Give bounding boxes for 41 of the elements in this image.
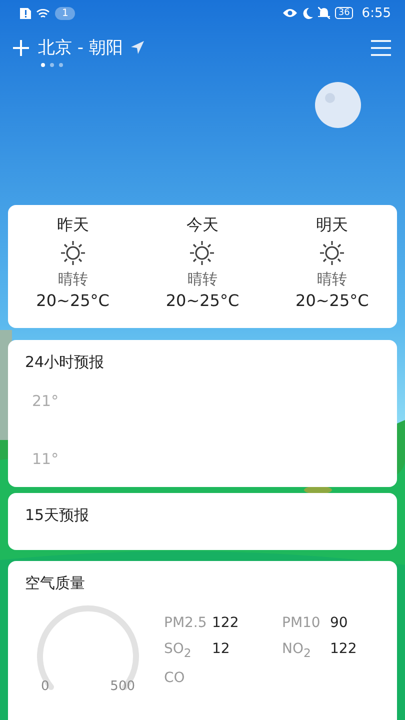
temperature-axis-label: 11° [31,450,60,468]
menu-icon[interactable] [371,40,391,56]
sim-alert-icon [20,7,31,19]
page-dot[interactable] [59,63,63,67]
day-label: 今天 [186,215,218,236]
pollutant-value: 12 [212,641,231,659]
city-name[interactable]: 北京 - 朝阳 [38,36,123,59]
pollutant-label: PM10 [282,615,322,631]
pollutant-label: NO$_{2}$ [282,641,312,660]
pollutant-value: 90 [330,615,349,631]
card-title: 24小时预报 [24,352,106,372]
page-dot[interactable] [41,63,45,67]
clock-time: 6:55 [362,6,391,20]
temperature-axis-label: 21° [31,392,60,410]
day-label: 昨天 [56,215,89,236]
weather-condition: 晴转 [58,270,88,289]
day-label: 明天 [316,215,348,236]
card-title: 15天预报 [24,505,90,525]
add-icon[interactable] [12,38,30,56]
bell-off-icon [318,7,330,19]
temperature-range: 20~25°C [36,291,110,310]
weather-condition: 晴转 [187,270,218,289]
notification-badge: 1 [55,6,76,20]
location-arrow-icon [130,41,144,54]
eye-icon [283,8,298,18]
temperature-range: 20~25°C [166,291,240,310]
fifteen-day-forecast-card[interactable]: 15天预报 [8,493,397,550]
moon-icon [302,8,314,18]
temperature-range: 20~25°C [296,291,369,310]
gauge-max-label: 500 [110,679,135,694]
pollutant-value: 122 [212,615,240,631]
pollutant-label: SO$_{2}$ [164,641,192,660]
card-title: 空气质量 [24,573,86,593]
wifi-icon [36,8,50,18]
battery-level: 36 [335,7,353,19]
pollutant-label: PM2.5 [164,615,208,631]
pollutant-value: 122 [330,641,358,659]
pollutant-label: CO [164,670,186,686]
page-dot[interactable] [50,63,54,67]
weather-condition: 晴转 [317,270,348,289]
gauge-min-label: 0 [41,679,50,694]
